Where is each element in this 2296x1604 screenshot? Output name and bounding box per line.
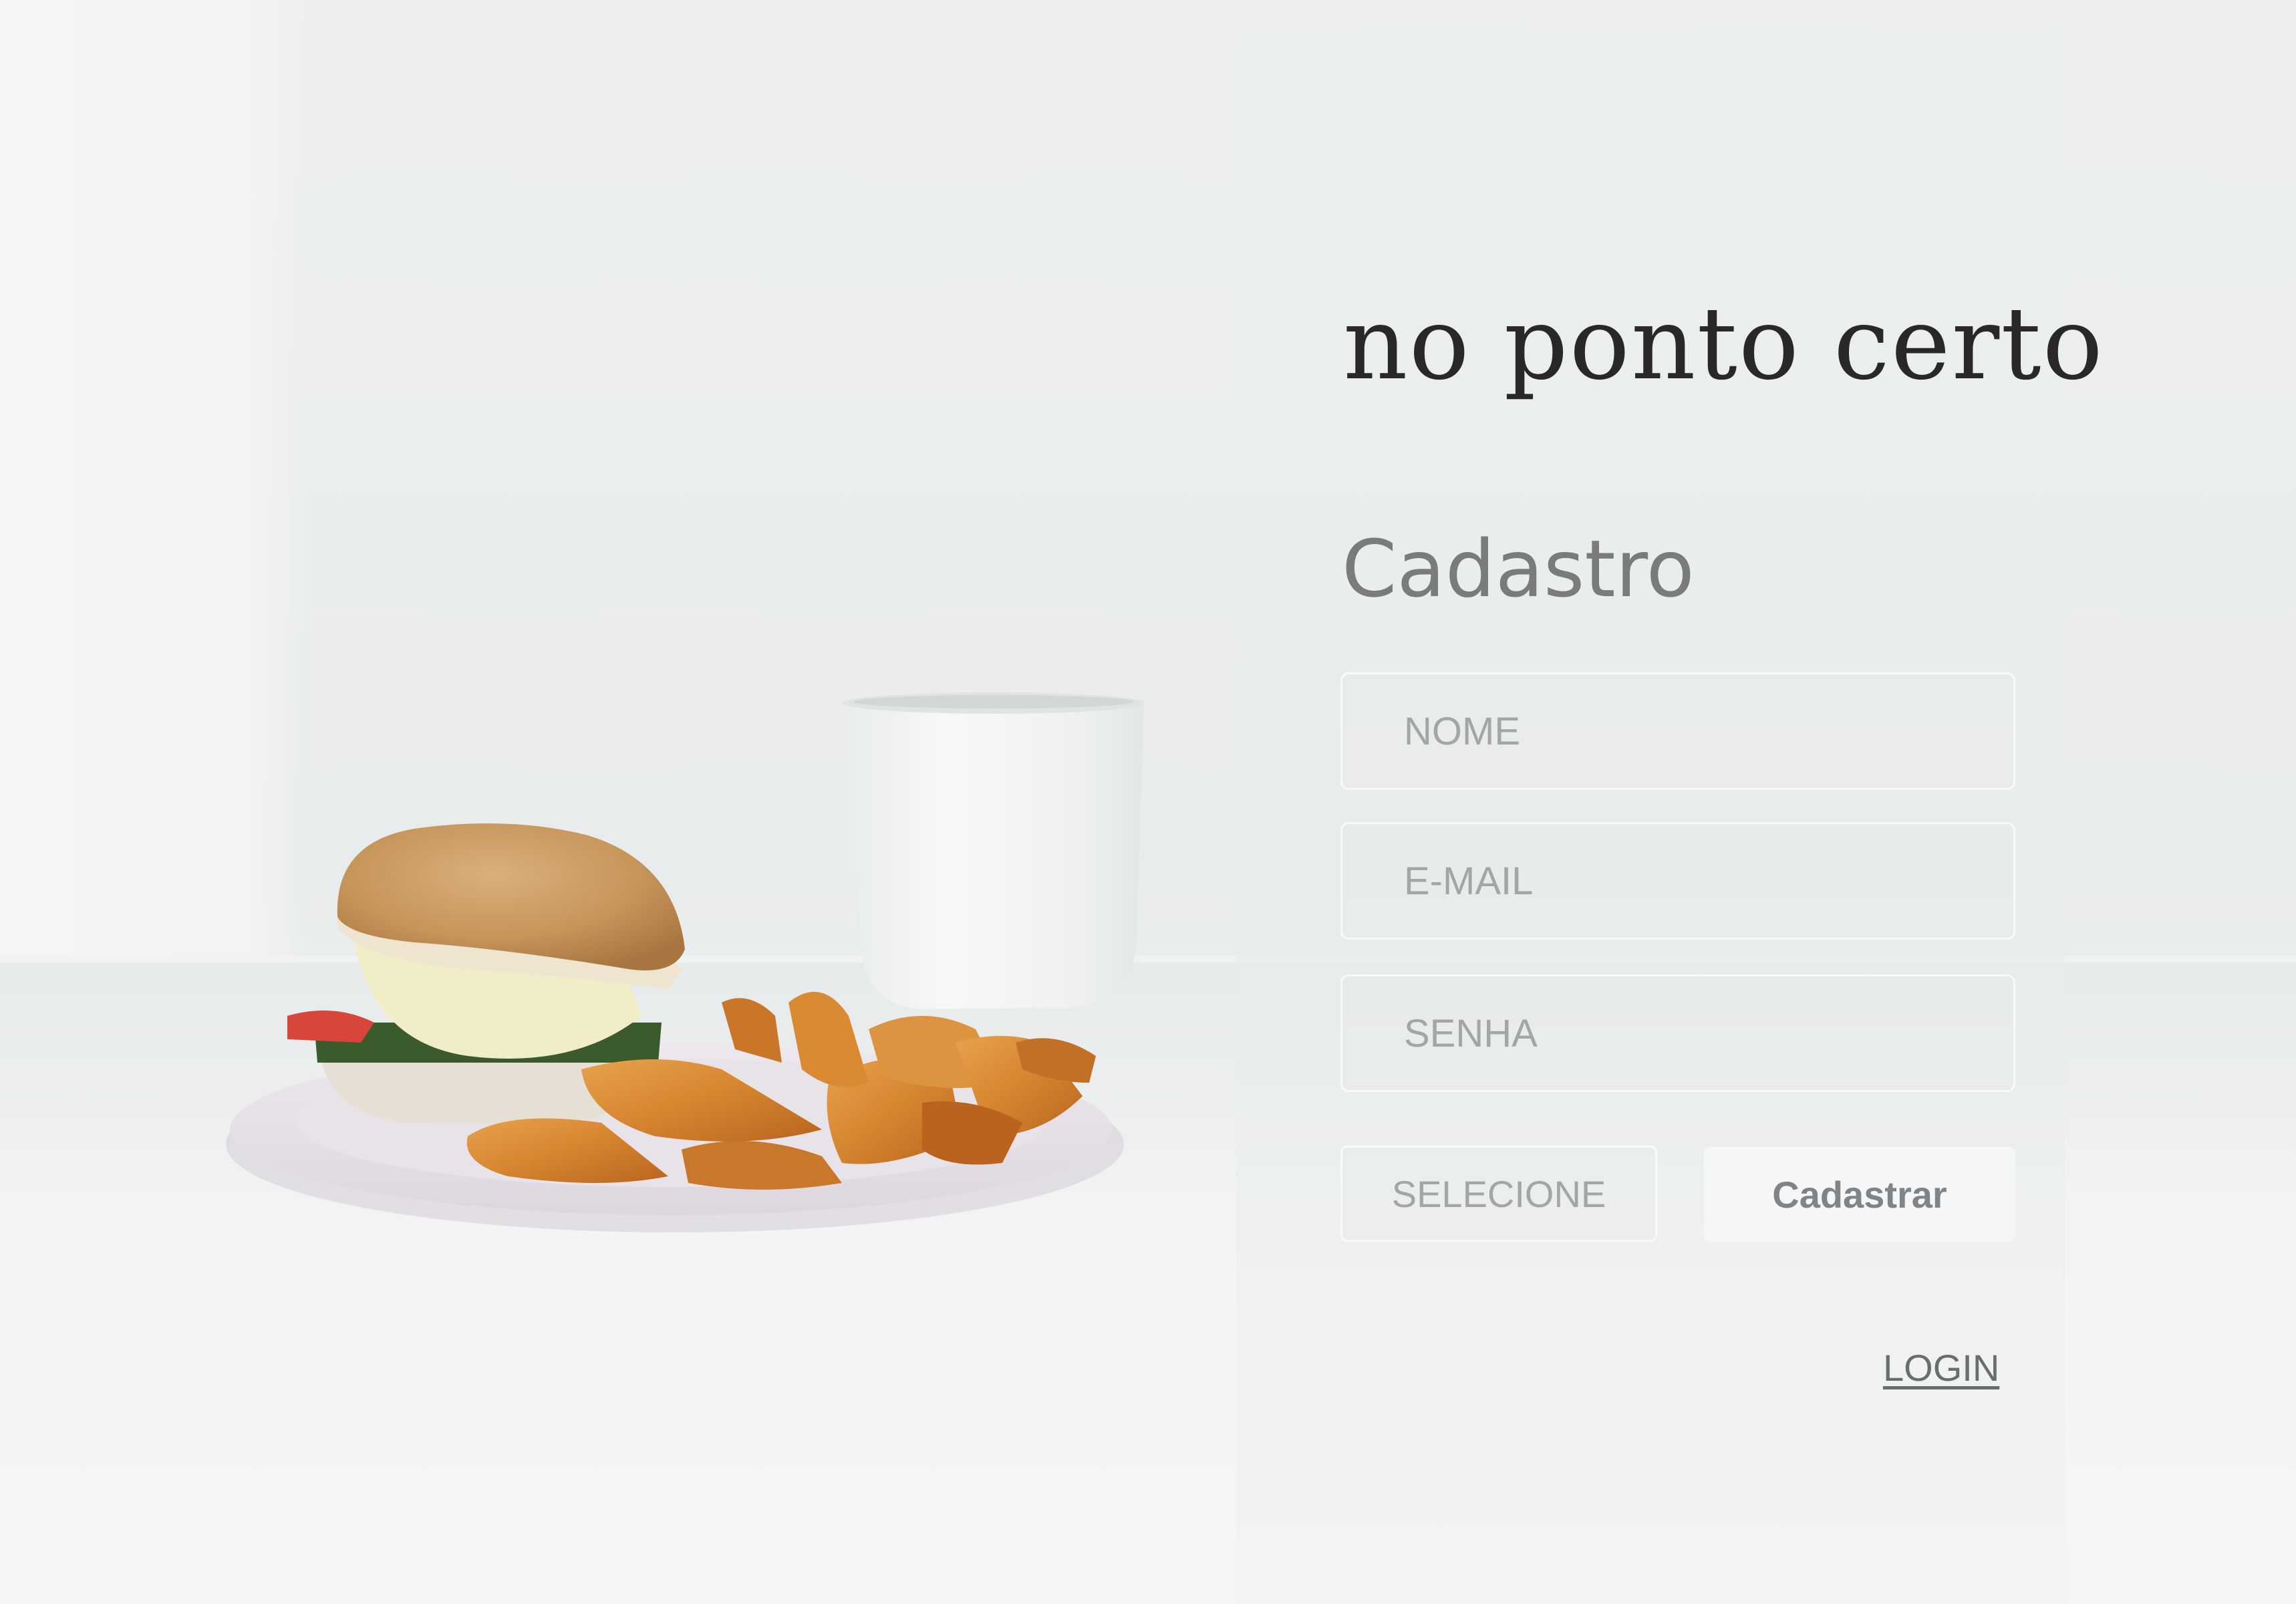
login-link[interactable]: LOGIN	[1883, 1346, 1999, 1389]
mug	[843, 692, 1145, 1009]
select-label: SELECIONE	[1391, 1172, 1606, 1215]
select-dropdown[interactable]: SELECIONE	[1340, 1146, 1657, 1242]
signup-screen: no ponto certo Cadastro SELECIONE Cadast…	[0, 0, 2296, 1604]
signup-button[interactable]: Cadastrar	[1704, 1147, 2015, 1242]
brand-logo: no ponto certo	[1343, 286, 2104, 402]
password-field[interactable]	[1340, 974, 2015, 1092]
name-field[interactable]	[1340, 672, 2015, 790]
form-title: Cadastro	[1342, 523, 1695, 615]
email-field[interactable]	[1340, 822, 2015, 940]
